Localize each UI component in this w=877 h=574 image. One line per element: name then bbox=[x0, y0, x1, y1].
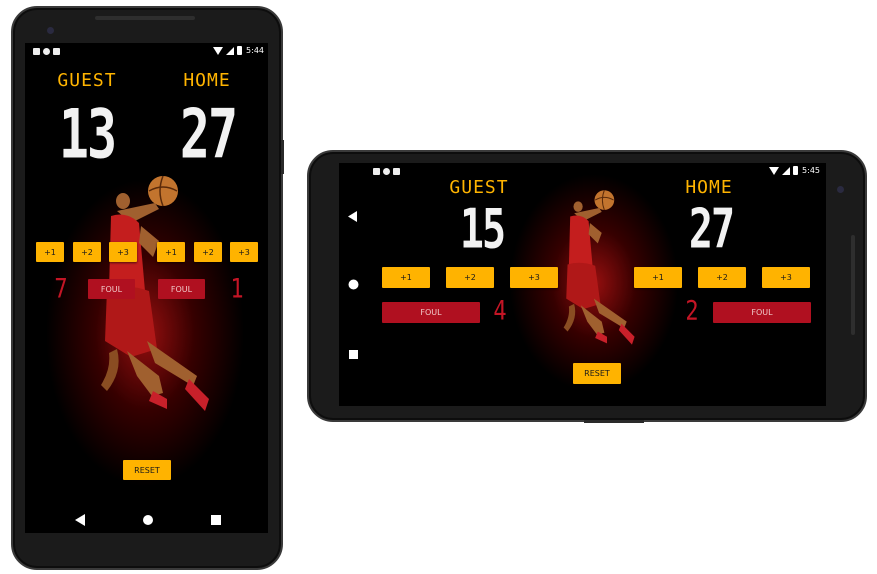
notification-icon bbox=[33, 48, 40, 55]
home-plus1-button[interactable]: +1 bbox=[157, 242, 185, 262]
portrait-status-bar: 5:44 bbox=[25, 43, 268, 59]
landscape-front-camera bbox=[837, 186, 844, 193]
guest-foul-button[interactable]: FOUL bbox=[382, 302, 480, 323]
reset-button[interactable]: RESET bbox=[573, 363, 621, 384]
home-label: HOME bbox=[685, 177, 733, 198]
guest-foul-count: 4 bbox=[493, 296, 507, 327]
nav-back-icon[interactable] bbox=[348, 211, 357, 224]
guest-plus2-button[interactable]: +2 bbox=[73, 242, 101, 262]
cell-signal-icon bbox=[226, 46, 235, 55]
guest-label: GUEST bbox=[57, 70, 117, 91]
home-plus3-button[interactable]: +3 bbox=[230, 242, 258, 262]
home-plus2-button[interactable]: +2 bbox=[698, 267, 746, 288]
home-foul-button[interactable]: FOUL bbox=[713, 302, 811, 323]
wifi-icon bbox=[769, 166, 780, 175]
nav-back-icon[interactable] bbox=[75, 514, 85, 528]
home-foul-count: 1 bbox=[230, 274, 244, 305]
guest-plus3-button[interactable]: +3 bbox=[510, 267, 558, 288]
guest-score: 15 bbox=[459, 198, 506, 262]
portrait-front-camera bbox=[47, 27, 54, 34]
basketball-player-image bbox=[97, 171, 237, 433]
landscape-side-button[interactable] bbox=[584, 420, 644, 423]
landscape-earpiece bbox=[851, 235, 855, 335]
sync-icon bbox=[43, 48, 50, 55]
landscape-screen: 5:45 GUEST HOME 15 27 +1 +2 +3 +1 +2 +3 … bbox=[339, 163, 826, 406]
battery-icon bbox=[793, 166, 799, 175]
nav-home-icon[interactable] bbox=[348, 279, 359, 292]
home-plus3-button[interactable]: +3 bbox=[762, 267, 810, 288]
portrait-earpiece bbox=[95, 16, 195, 20]
guest-foul-count: 7 bbox=[54, 274, 68, 305]
status-time: 5:44 bbox=[246, 46, 264, 55]
home-plus2-button[interactable]: +2 bbox=[194, 242, 222, 262]
notification-icon bbox=[373, 168, 380, 175]
battery-icon bbox=[237, 46, 243, 55]
nav-home-icon[interactable] bbox=[142, 514, 154, 528]
home-label: HOME bbox=[183, 70, 231, 91]
guest-plus1-button[interactable]: +1 bbox=[36, 242, 64, 262]
sync-icon bbox=[383, 168, 390, 175]
landscape-status-bar: 5:45 bbox=[339, 163, 826, 179]
sd-card-icon bbox=[393, 168, 400, 175]
guest-score: 13 bbox=[58, 95, 117, 174]
home-foul-button[interactable]: FOUL bbox=[158, 279, 205, 299]
cell-signal-icon bbox=[782, 166, 791, 175]
wifi-icon bbox=[213, 46, 224, 55]
guest-label: GUEST bbox=[449, 177, 509, 198]
basketball-icon bbox=[594, 190, 615, 210]
guest-foul-button[interactable]: FOUL bbox=[88, 279, 135, 299]
sd-card-icon bbox=[53, 48, 60, 55]
guest-plus3-button[interactable]: +3 bbox=[109, 242, 137, 262]
portrait-side-button[interactable] bbox=[281, 140, 284, 174]
guest-plus2-button[interactable]: +2 bbox=[446, 267, 494, 288]
home-plus1-button[interactable]: +1 bbox=[634, 267, 682, 288]
nav-recents-icon[interactable] bbox=[211, 515, 221, 527]
basketball-icon bbox=[148, 176, 178, 206]
portrait-nav-bar bbox=[25, 509, 268, 533]
home-foul-count: 2 bbox=[685, 296, 699, 327]
reset-button[interactable]: RESET bbox=[123, 460, 171, 480]
home-score: 27 bbox=[688, 198, 735, 262]
home-score: 27 bbox=[179, 95, 238, 174]
nav-recents-icon[interactable] bbox=[349, 349, 358, 361]
status-time: 5:45 bbox=[802, 166, 820, 175]
guest-plus1-button[interactable]: +1 bbox=[382, 267, 430, 288]
portrait-screen: 5:44 GUEST HOME 13 27 +1 +2 +3 +1 +2 +3 … bbox=[25, 43, 268, 533]
